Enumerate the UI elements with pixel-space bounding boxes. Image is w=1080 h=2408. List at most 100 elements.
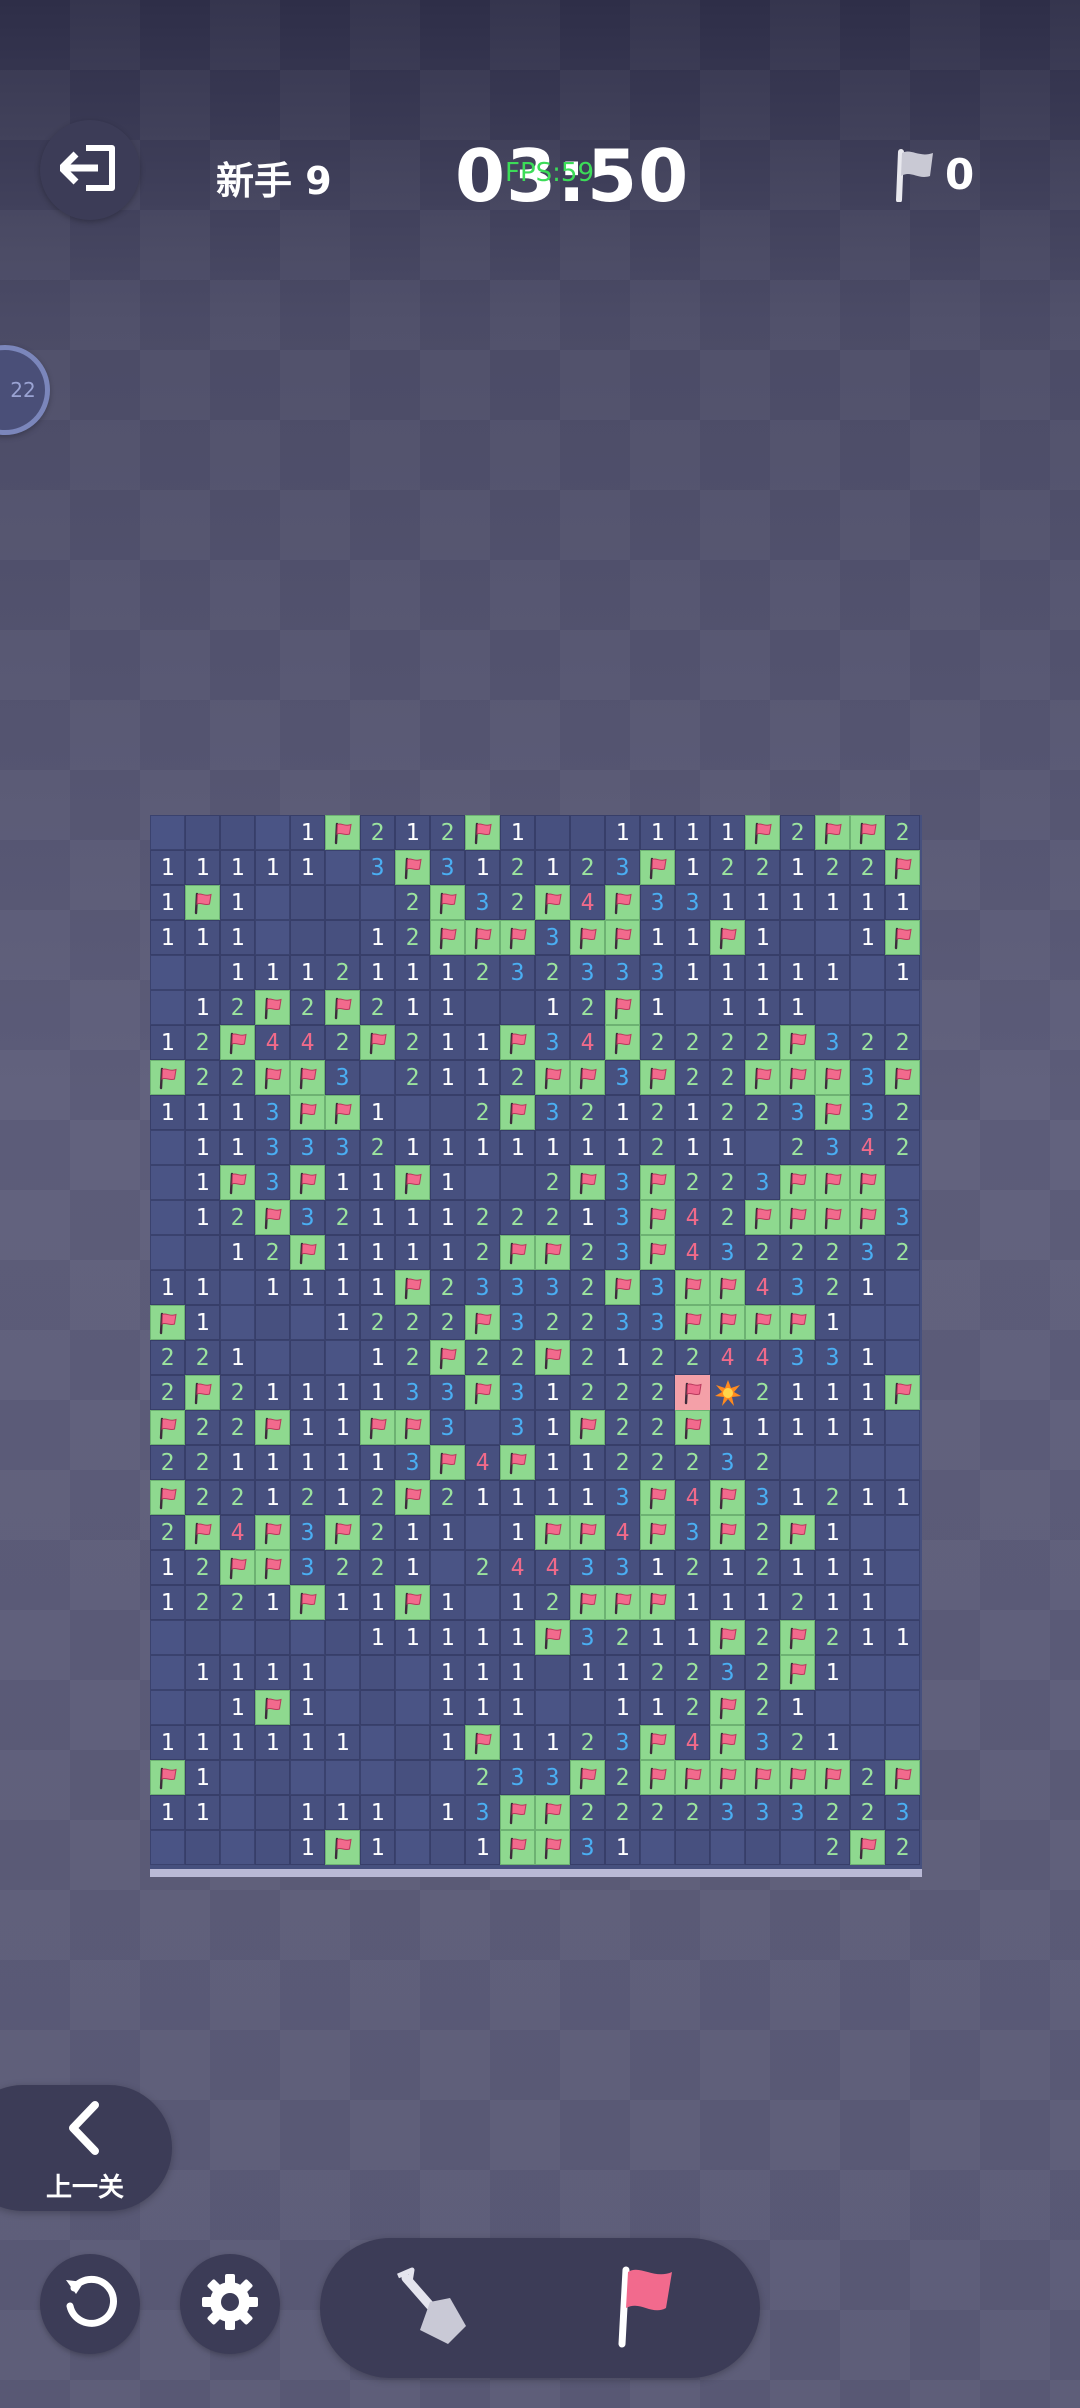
number-cell[interactable]: 2 [465, 955, 500, 990]
number-cell[interactable]: 2 [780, 1130, 815, 1165]
number-cell[interactable]: 3 [710, 1235, 745, 1270]
number-cell[interactable]: 2 [325, 955, 360, 990]
number-cell[interactable]: 1 [570, 1480, 605, 1515]
number-cell[interactable]: 1 [500, 1130, 535, 1165]
number-cell[interactable]: 2 [535, 1165, 570, 1200]
number-cell[interactable]: 1 [185, 1760, 220, 1795]
number-cell[interactable]: 1 [640, 990, 675, 1025]
empty-cell[interactable] [780, 920, 815, 955]
number-cell[interactable]: 3 [815, 1025, 850, 1060]
number-cell[interactable]: 2 [640, 1130, 675, 1165]
number-cell[interactable]: 2 [710, 1095, 745, 1130]
number-cell[interactable]: 1 [745, 885, 780, 920]
number-cell[interactable]: 3 [395, 1375, 430, 1410]
flagged-cell[interactable] [535, 1830, 570, 1865]
number-cell[interactable]: 3 [640, 885, 675, 920]
number-cell[interactable]: 2 [745, 1445, 780, 1480]
number-cell[interactable]: 1 [570, 1655, 605, 1690]
number-cell[interactable]: 1 [815, 1515, 850, 1550]
number-cell[interactable]: 1 [710, 1550, 745, 1585]
number-cell[interactable]: 1 [255, 1270, 290, 1305]
flagged-cell[interactable] [290, 1060, 325, 1095]
number-cell[interactable]: 1 [220, 1095, 255, 1130]
number-cell[interactable]: 3 [290, 1515, 325, 1550]
number-cell[interactable]: 2 [570, 1095, 605, 1130]
flagged-cell[interactable] [255, 1515, 290, 1550]
number-cell[interactable]: 2 [430, 1480, 465, 1515]
closed-cell[interactable] [150, 1620, 185, 1655]
flagged-cell[interactable] [570, 920, 605, 955]
number-cell[interactable]: 1 [360, 955, 395, 990]
flagged-cell[interactable] [570, 1410, 605, 1445]
number-cell[interactable]: 2 [325, 1550, 360, 1585]
flagged-cell[interactable] [360, 1410, 395, 1445]
number-cell[interactable]: 1 [430, 1200, 465, 1235]
number-cell[interactable]: 1 [815, 1375, 850, 1410]
number-cell[interactable]: 1 [500, 815, 535, 850]
flagged-cell[interactable] [640, 1200, 675, 1235]
closed-cell[interactable] [885, 990, 920, 1025]
number-cell[interactable]: 3 [850, 1095, 885, 1130]
number-cell[interactable]: 2 [850, 850, 885, 885]
number-cell[interactable]: 2 [220, 1060, 255, 1095]
number-cell[interactable]: 3 [325, 1130, 360, 1165]
flagged-cell[interactable] [780, 1620, 815, 1655]
number-cell[interactable]: 2 [850, 1760, 885, 1795]
number-cell[interactable]: 2 [745, 1025, 780, 1060]
number-cell[interactable]: 1 [185, 1305, 220, 1340]
number-cell[interactable]: 1 [395, 1620, 430, 1655]
empty-cell[interactable] [675, 1830, 710, 1865]
flagged-cell[interactable] [605, 885, 640, 920]
flagged-cell[interactable] [220, 1165, 255, 1200]
number-cell[interactable]: 2 [150, 1445, 185, 1480]
number-cell[interactable]: 1 [325, 1375, 360, 1410]
flagged-cell[interactable] [535, 1340, 570, 1375]
number-cell[interactable]: 1 [290, 850, 325, 885]
number-cell[interactable]: 1 [710, 885, 745, 920]
flagged-cell[interactable] [640, 1235, 675, 1270]
flagged-cell[interactable] [710, 1270, 745, 1305]
empty-cell[interactable] [535, 815, 570, 850]
number-cell[interactable]: 1 [780, 955, 815, 990]
number-cell[interactable]: 1 [745, 920, 780, 955]
number-cell[interactable]: 1 [465, 1620, 500, 1655]
number-cell[interactable]: 1 [325, 1725, 360, 1760]
closed-cell[interactable] [360, 1760, 395, 1795]
number-cell[interactable]: 3 [570, 1620, 605, 1655]
number-cell[interactable]: 2 [675, 1445, 710, 1480]
closed-cell[interactable] [360, 1725, 395, 1760]
closed-cell[interactable] [430, 1550, 465, 1585]
number-cell[interactable]: 4 [745, 1270, 780, 1305]
number-cell[interactable]: 1 [150, 1095, 185, 1130]
closed-cell[interactable] [150, 1690, 185, 1725]
number-cell[interactable]: 2 [430, 1270, 465, 1305]
empty-cell[interactable] [570, 815, 605, 850]
closed-cell[interactable] [220, 1795, 255, 1830]
flagged-cell[interactable] [640, 1165, 675, 1200]
number-cell[interactable]: 1 [430, 1165, 465, 1200]
number-cell[interactable]: 1 [850, 1550, 885, 1585]
number-cell[interactable]: 3 [290, 1130, 325, 1165]
flagged-cell[interactable] [640, 1060, 675, 1095]
flagged-cell[interactable] [255, 1410, 290, 1445]
number-cell[interactable]: 1 [605, 1340, 640, 1375]
number-cell[interactable]: 4 [850, 1130, 885, 1165]
number-cell[interactable]: 4 [710, 1340, 745, 1375]
number-cell[interactable]: 1 [815, 955, 850, 990]
closed-cell[interactable] [360, 885, 395, 920]
closed-cell[interactable] [535, 1690, 570, 1725]
number-cell[interactable]: 1 [465, 1130, 500, 1165]
number-cell[interactable]: 1 [675, 850, 710, 885]
number-cell[interactable]: 1 [360, 1375, 395, 1410]
flagged-cell[interactable] [535, 1060, 570, 1095]
closed-cell[interactable] [395, 1095, 430, 1130]
number-cell[interactable]: 2 [815, 1795, 850, 1830]
empty-cell[interactable] [465, 990, 500, 1025]
number-cell[interactable]: 3 [465, 1795, 500, 1830]
closed-cell[interactable] [325, 850, 360, 885]
number-cell[interactable]: 3 [710, 1795, 745, 1830]
closed-cell[interactable] [745, 1130, 780, 1165]
number-cell[interactable]: 2 [535, 955, 570, 990]
number-cell[interactable]: 1 [570, 1200, 605, 1235]
number-cell[interactable]: 1 [815, 1550, 850, 1585]
